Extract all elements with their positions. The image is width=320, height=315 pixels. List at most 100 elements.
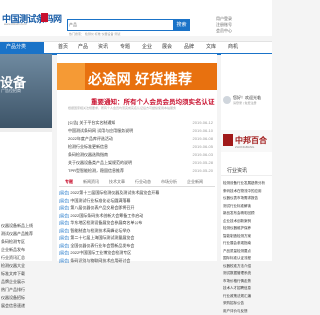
list-item[interactable]: [公告] 关于平台实名制通知2019-06-12 (68, 119, 213, 127)
list-item[interactable]: 采购招标公告 (221, 300, 272, 308)
list-item[interactable]: [展会] 条码识别与物联网技术应用研讨会 (59, 257, 215, 265)
list-item[interactable]: 测试数据管理系统 (221, 270, 272, 278)
list-item[interactable]: 测试行业标准解读 (221, 203, 272, 211)
list-item[interactable]: 国际标准认证流程 (221, 255, 272, 263)
login-area: 用户登录 注册账号 会员中心 (216, 16, 272, 36)
list-item[interactable]: 展会信息速递 (0, 302, 52, 310)
item-title: 第八届仪器仪表产品交易会即将召开 (70, 205, 134, 210)
list-item[interactable]: [展会] 2022中国国际工业博览会检测专区 (59, 249, 215, 257)
banner-art (57, 63, 85, 90)
news-date: 2019-06-08 (193, 135, 213, 143)
main-column: 必途网 好货推荐 重要通知：所有个人会员会员均须实名认证 根据国家相关法规要求，… (57, 54, 217, 261)
list-item[interactable]: 2022年度产品库评选活动2019-06-08 (68, 135, 213, 143)
list-item[interactable]: 智能制造检测方案 (221, 233, 272, 241)
nav-item-library[interactable]: 文库 (206, 42, 216, 53)
list-item[interactable]: TPR型智能检测，稳固信息推荐2019-05-20 (68, 167, 213, 175)
item-title: 中国测试行业标准化论坛圆满落幕 (70, 198, 130, 203)
list-item[interactable]: 条码技术在物流中的应用 (221, 188, 272, 196)
nav-item-home[interactable]: 首页 (58, 42, 68, 53)
news-title: 中国测试条码网 试用与应用服务说明 (68, 128, 133, 133)
item-tag: [展会] (59, 198, 69, 203)
list-item[interactable]: 检测设备行业发展趋势分析 (221, 180, 272, 188)
list-item[interactable]: 品牌企业展示 (0, 278, 52, 286)
profile-login-links[interactable]: 请登录 | 免费注册 (233, 101, 256, 105)
list-item[interactable]: 热门产品排行 (0, 286, 52, 294)
search-input[interactable] (79, 20, 173, 30)
item-title: 2022中国国际工业博览会检测专区 (70, 250, 131, 255)
item-title: 全国仪器仪表行业年会暨新品发布会 (70, 243, 134, 248)
top-header: 中国测试条码网 www.cbbcin.com 产品 搜索 热门搜索： 检测仪 标… (0, 0, 272, 36)
list-item[interactable]: [展会] 第二十七届上海国际测试测量展览会 (59, 234, 215, 242)
list-item[interactable]: 仪器校准方法介绍 (221, 263, 272, 271)
left-link-list: 仪器设备新品上线 测试仪器产品推荐 条码检测专区 企业新品发布 行业资讯汇总 检… (0, 222, 52, 310)
item-tag: [展会] (59, 190, 69, 195)
nav-item-topics[interactable]: 专题 (120, 42, 130, 53)
list-item[interactable]: 用户评价与反馈 (221, 308, 272, 315)
nav-item-products[interactable]: 产品 (78, 42, 88, 53)
item-tag: [展会] (59, 258, 69, 263)
site-logo[interactable]: 中国测试条码网 www.cbbcin.com (2, 12, 40, 28)
tab-industry[interactable]: 行业动态 (135, 177, 151, 186)
item-tag: [展会] (59, 243, 69, 248)
tab-company-news[interactable]: 企业新闻 (187, 177, 203, 186)
news-date: 2019-06-05 (193, 143, 213, 151)
left-promo-image[interactable]: 设备 广告位招商 (0, 54, 52, 128)
list-item[interactable]: 关于仪器设备类产品上架规范的说明2019-05-28 (68, 159, 213, 167)
news-title: TPR型智能检测，稳固信息推荐 (68, 168, 124, 173)
search-box: 产品 (67, 19, 174, 31)
list-item[interactable]: 企业新品发布 (0, 246, 52, 254)
member-center-link[interactable]: 会员中心 (216, 28, 272, 34)
list-item[interactable]: 仪器设备招标 (0, 294, 52, 302)
nav-item-exhibitions[interactable]: 展会 (162, 42, 172, 53)
list-item[interactable]: 测试仪器产品推荐 (0, 230, 52, 238)
list-item[interactable]: 技术人才招聘信息 (221, 285, 272, 293)
list-item[interactable]: [展会] 华东地区检测设备展览会参展商名单公布 (59, 219, 215, 227)
list-item[interactable]: 仪器设备新品上线 (0, 222, 52, 230)
list-item[interactable]: 条码检测仪器选购指南2019-06-03 (68, 151, 213, 159)
tab-articles[interactable]: 技术文章 (109, 177, 125, 186)
search-button[interactable]: 搜索 (173, 19, 190, 31)
news-date: 2019-06-10 (193, 127, 213, 135)
list-item[interactable]: 检测仪器大全 (0, 262, 52, 270)
tab-market[interactable]: 市场分析 (161, 177, 177, 186)
hot-search-links[interactable]: 热门搜索： 检测仪 标准 仪器设备 测试 (69, 32, 120, 36)
item-tag: [展会] (59, 250, 69, 255)
list-item[interactable]: 企业技术创新案例 (221, 218, 272, 226)
list-item[interactable]: [展会] 第八届仪器仪表产品交易会即将召开 (59, 204, 215, 212)
list-item[interactable]: 市场价格行情走势 (221, 278, 272, 286)
nav-item-business[interactable]: 商机 (228, 42, 238, 53)
list-item[interactable]: 产品质量检测要点 (221, 248, 272, 256)
list-item[interactable]: [展会] 中国测试行业标准化论坛圆满落幕 (59, 197, 215, 205)
search-category-select[interactable]: 产品 (68, 20, 79, 30)
sponsor-ad[interactable]: 中邦百合 ZHONGBANG (221, 130, 272, 152)
list-item[interactable]: [展会] 智能制造与检测技术高峰论坛举办 (59, 227, 215, 235)
item-tag: [展会] (59, 205, 69, 210)
list-item[interactable]: [展会] 全国仪器仪表行业年会暨新品发布会 (59, 242, 215, 250)
list-item[interactable]: 检测仪器维护保养 (221, 225, 272, 233)
list-item[interactable]: 中国测试条码网 试用与应用服务说明 2019-06-10 (68, 127, 213, 135)
nav-item-companies[interactable]: 企业 (142, 42, 152, 53)
item-title: 智能制造与检测技术高峰论坛举办 (70, 228, 130, 233)
sponsor-subtitle: ZHONGBANG (235, 145, 254, 149)
item-title: 第二十七届上海国际测试测量展览会 (70, 235, 134, 240)
item-title: 条码识别与物联网技术应用研讨会 (70, 258, 130, 263)
news-title: 检测行业标准更新信息 (68, 144, 108, 149)
list-item[interactable]: 行业政策法规汇编 (221, 293, 272, 301)
list-item[interactable]: 标准文库下载 (0, 270, 52, 278)
nav-item-brands[interactable]: 品牌 (184, 42, 194, 53)
promo-banner[interactable]: 必途网 好货推荐 (57, 63, 217, 90)
list-item[interactable]: [展会] 2022国际条码技术创新大会筹备工作启动 (59, 212, 215, 220)
nav-category-button[interactable]: 产品分类 (0, 42, 44, 53)
list-item[interactable]: 新品发布会精彩回顾 (221, 210, 272, 218)
list-item[interactable]: 仪器仪表市场需求报告 (221, 195, 272, 203)
right-column: 您好！欢迎光临 请登录 | 免费注册 中邦百合 ZHONGBANG 行业资讯 检… (221, 54, 272, 261)
slider-dots[interactable] (0, 128, 52, 132)
tab-news[interactable]: 新闻资讯 (83, 177, 99, 186)
list-item[interactable]: 检测行业标准更新信息 2019-06-05 (68, 143, 213, 151)
list-item[interactable]: 行业展会参观指南 (221, 240, 272, 248)
tab-topics[interactable]: 专题 (65, 177, 73, 186)
nav-item-news[interactable]: 资讯 (98, 42, 108, 53)
list-item[interactable]: 条码检测专区 (0, 238, 52, 246)
headline-link[interactable]: 重要通知：所有个人会员会员均须实名认证 (91, 96, 215, 106)
list-item[interactable]: [展会] 2022第十三届国际检测仪器及测试技术展览会开幕 (59, 189, 215, 197)
